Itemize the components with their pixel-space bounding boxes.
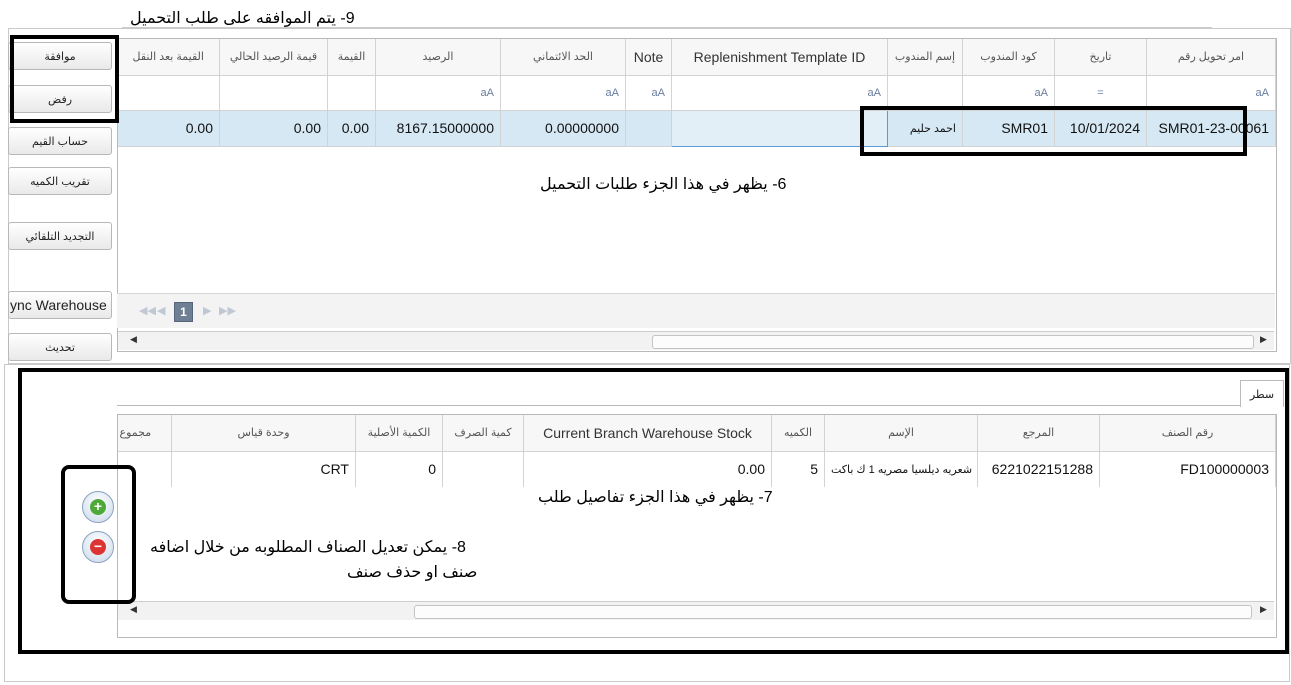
next-page-icon[interactable]: ▶ — [203, 304, 211, 317]
calculate-values-button[interactable]: حساب القيم — [8, 127, 112, 155]
add-item-button[interactable]: + — [82, 491, 114, 523]
details-header-row: مجموع وحدة قياس الكمية الأصلية كمية الصر… — [118, 415, 1276, 452]
details-horizontal-scrollbar[interactable]: ◀ ▶ — [118, 601, 1274, 620]
filter-cell[interactable]: aA — [962, 75, 1055, 111]
cell-original-qty: 0 — [355, 451, 443, 487]
scroll-thumb[interactable] — [414, 605, 1252, 619]
cell-uom: CRT — [171, 451, 356, 487]
scroll-thumb[interactable] — [652, 335, 1254, 349]
minus-icon: − — [90, 539, 106, 555]
reject-button[interactable]: رفض — [8, 85, 112, 113]
col-issue-qty[interactable]: كمية الصرف — [442, 415, 524, 452]
plus-icon: + — [90, 499, 106, 515]
annotation-edit-items-line1: 8- يمكن تعديل الصناف المطلوبه من خلال اض… — [150, 539, 466, 556]
table-row[interactable]: CRT 0 0.00 5 شعريه ديلسيا مصريه 1 ك باكت… — [118, 451, 1276, 487]
prev-page-icon[interactable]: ◀ — [157, 304, 165, 317]
col-uom[interactable]: وحدة قياس — [171, 415, 356, 452]
cell-rep-name: احمد حليم — [887, 110, 963, 147]
col-item-name[interactable]: الإسم — [824, 415, 978, 452]
scroll-right-icon[interactable]: ▶ — [1260, 604, 1267, 615]
filter-cell[interactable]: aA — [375, 75, 501, 111]
scroll-right-icon[interactable]: ▶ — [1260, 334, 1267, 345]
col-value[interactable]: القيمة — [327, 39, 376, 76]
filter-cell[interactable]: = — [1054, 75, 1147, 111]
col-date[interactable]: تاريخ — [1054, 39, 1147, 76]
col-rep-name[interactable]: إسم المندوب — [887, 39, 963, 76]
col-original-qty[interactable]: الكمية الأصلية — [355, 415, 443, 452]
col-qty[interactable]: الكميه — [771, 415, 825, 452]
scroll-left-icon[interactable]: ◀ — [130, 334, 137, 345]
col-balance[interactable]: الرصيد — [375, 39, 501, 76]
round-quantity-button[interactable]: تقريب الكميه — [8, 167, 112, 195]
filter-cell[interactable]: aA — [671, 75, 888, 111]
requests-table: القيمة بعد النقل قيمة الرصيد الحالي القي… — [118, 39, 1276, 147]
cell-transfer-order: SMR01-23-00061 — [1146, 110, 1276, 147]
col-replenishment-template[interactable]: Replenishment Template ID — [671, 39, 888, 76]
approve-button[interactable]: موافقة — [8, 42, 112, 70]
annotation-approve-note: 9- يتم الموافقه على طلب التحميل — [130, 10, 355, 27]
auto-renew-button[interactable]: التجديد التلقائي — [8, 222, 112, 250]
filter-cell[interactable] — [327, 75, 376, 111]
cell-balance: 8167.15000000 — [375, 110, 501, 147]
scroll-left-icon[interactable]: ◀ — [130, 604, 137, 615]
refresh-button[interactable]: تحديث — [8, 333, 112, 361]
col-value-after-transfer[interactable]: القيمة بعد النقل — [118, 39, 220, 76]
table-row[interactable]: 0.00 0.00 0.00 8167.15000000 0.00000000 … — [118, 109, 1276, 147]
col-note[interactable]: Note — [625, 39, 672, 76]
filter-cell[interactable] — [887, 75, 963, 111]
annotation-edit-items-line2: صنف او حذف صنف — [347, 564, 478, 581]
requests-pager: ◀◀ ◀ 1 ▶ ▶▶ — [117, 293, 1275, 328]
col-current-balance-value[interactable]: قيمة الرصيد الحالي — [219, 39, 328, 76]
col-item-number[interactable]: رقم الصنف — [1099, 415, 1276, 452]
filter-cell[interactable] — [118, 75, 220, 111]
filter-cell[interactable] — [219, 75, 328, 111]
col-credit-limit[interactable]: الحد الائتماني — [500, 39, 626, 76]
cell-value: 0.00 — [327, 110, 376, 147]
last-page-icon[interactable]: ▶▶ — [219, 304, 236, 317]
requests-filter-row: aA aA aA aA aA = aA ⊽ — [118, 75, 1276, 111]
cell-qty: 5 — [771, 451, 825, 487]
details-table: مجموع وحدة قياس الكمية الأصلية كمية الصر… — [118, 415, 1276, 487]
col-reference[interactable]: المرجع — [977, 415, 1100, 452]
requests-header-row: القيمة بعد النقل قيمة الرصيد الحالي القي… — [118, 39, 1276, 76]
annotation-details-note: 7- يظهر في هذا الجزء تفاصيل طلب — [538, 489, 773, 506]
col-rep-code[interactable]: كود المندوب — [962, 39, 1055, 76]
cell-credit-limit: 0.00000000 — [500, 110, 626, 147]
first-page-icon[interactable]: ◀◀ — [139, 304, 156, 317]
filter-cell[interactable]: aA — [625, 75, 672, 111]
current-page[interactable]: 1 — [174, 302, 193, 322]
cell-note — [625, 110, 672, 147]
tab-lines[interactable]: سطر — [1240, 380, 1284, 407]
cell-replenishment-template[interactable] — [671, 109, 888, 147]
col-branch-stock[interactable]: Current Branch Warehouse Stock — [523, 415, 772, 452]
col-transfer-order[interactable]: امر تحويل رقم — [1146, 39, 1276, 76]
cell-current-balance-value: 0.00 — [219, 110, 328, 147]
cell-rep-code: SMR01 — [962, 110, 1055, 147]
remove-item-button[interactable]: − — [82, 531, 114, 563]
col-total[interactable]: مجموع — [118, 415, 172, 452]
tab-baseline — [117, 405, 1240, 406]
requests-horizontal-scrollbar[interactable]: ◀ ▶ — [118, 331, 1274, 350]
cell-item-number: FD100000003 — [1099, 451, 1276, 487]
cell-total — [118, 451, 172, 487]
cell-date: 10/01/2024 — [1054, 110, 1147, 147]
cell-issue-qty — [442, 451, 524, 487]
cell-item-name: شعريه ديلسيا مصريه 1 ك باكت — [824, 451, 978, 487]
annotation-requests-note: 6- يظهر في هذا الجزء طلبات التحميل — [540, 176, 787, 193]
cell-reference: 6221022151288 — [977, 451, 1100, 487]
filter-cell[interactable]: aA — [500, 75, 626, 111]
cell-value-after-transfer: 0.00 — [118, 110, 220, 147]
filter-cell[interactable]: aA — [1146, 75, 1276, 111]
cell-branch-stock: 0.00 — [523, 451, 772, 487]
sync-warehouse-button[interactable]: ync Warehouse — [8, 291, 112, 319]
